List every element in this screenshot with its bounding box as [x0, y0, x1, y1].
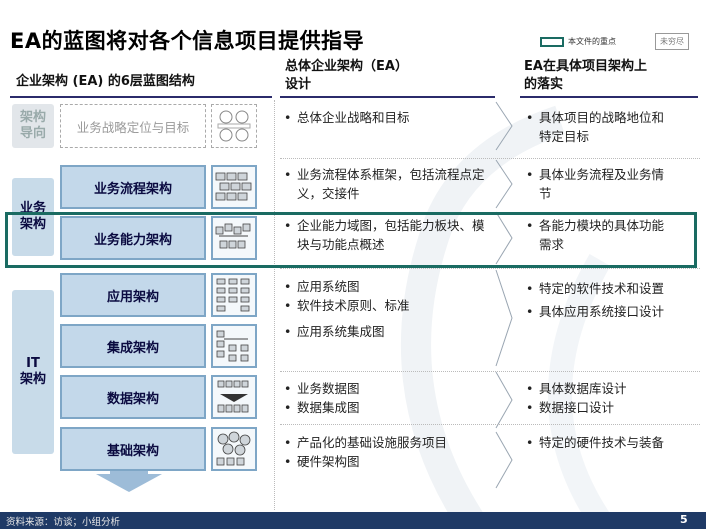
- list-item: 产品化的基础设施服务项目: [284, 433, 492, 452]
- col3-header-line2: 的落实: [524, 77, 564, 92]
- process-flow-icon: [211, 165, 257, 209]
- col2-header-line1: 总体企业架构（EA）: [285, 59, 408, 74]
- layer-box-integration[interactable]: 集成架构: [60, 324, 206, 368]
- ea-cell-strategy: 总体企业战略和目标: [284, 108, 492, 131]
- layer-box-application[interactable]: 应用架构: [60, 273, 206, 317]
- header-divider: [520, 96, 698, 98]
- list-item: 具体项目的战略地位和特定目标: [526, 108, 676, 146]
- col2-header-line2: 设计: [285, 77, 312, 92]
- chevron-column: [495, 101, 513, 489]
- row-divider: [280, 158, 700, 159]
- project-cell-process: 具体业务流程及业务情节: [526, 165, 676, 207]
- column-divider: [274, 100, 275, 510]
- list-item: 业务流程体系框架，包括流程点定义，交接件: [284, 165, 492, 203]
- header-divider: [10, 96, 272, 98]
- list-item: 具体应用系统接口设计: [526, 302, 676, 321]
- source-note: 资料来源：访谈；小组分析: [6, 517, 121, 528]
- legend-swatch: [540, 36, 564, 47]
- list-item: 具体数据库设计: [526, 379, 676, 398]
- list-item: 具体业务流程及业务情节: [526, 165, 676, 203]
- list-item: 数据集成图: [284, 398, 492, 417]
- group-label-line: 架构: [19, 110, 46, 125]
- list-item: 软件技术原则、标准: [284, 296, 492, 315]
- legend: 本文件的重点: [540, 36, 616, 47]
- data-model-icon: [211, 375, 257, 419]
- list-item: 总体企业战略和目标: [284, 108, 492, 127]
- ea-cell-process: 业务流程体系框架，包括流程点定义，交接件: [284, 165, 492, 207]
- group-label-line: 导向: [19, 126, 46, 141]
- ea-cell-application: 应用系统图 软件技术原则、标准 应用系统集成图: [284, 277, 492, 345]
- page-number: 5: [680, 513, 688, 526]
- list-item: 数据接口设计: [526, 398, 676, 417]
- column-header-ea-design: 总体企业架构（EA） 设计: [285, 58, 408, 94]
- draft-stamp: 未穷尽: [655, 33, 689, 50]
- group-label-it-arch: IT 架构: [12, 290, 54, 454]
- list-item: 硬件架构图: [284, 452, 492, 471]
- column-header-structure: 企业架构 (EA) 的6层蓝图结构: [16, 74, 195, 89]
- list-item: 应用系统图: [284, 277, 492, 296]
- row-divider: [280, 424, 700, 425]
- group-label-arch-guide: 架构 导向: [12, 104, 54, 148]
- project-cell-strategy: 具体项目的战略地位和特定目标: [526, 108, 676, 150]
- project-cell-application: 特定的软件技术和设置 具体应用系统接口设计: [526, 279, 676, 325]
- row-divider: [280, 371, 700, 372]
- focus-highlight: [5, 212, 697, 268]
- header-divider: [280, 96, 495, 98]
- target-diagram-icon: [211, 104, 257, 148]
- infrastructure-icon: [211, 427, 257, 471]
- layer-box-infrastructure[interactable]: 基础架构: [60, 427, 206, 471]
- group-label-line: 架构: [19, 372, 46, 387]
- layer-box-strategy[interactable]: 业务战略定位与目标: [60, 104, 206, 148]
- row-divider: [280, 268, 700, 269]
- layer-box-business-process[interactable]: 业务流程架构: [60, 165, 206, 209]
- project-cell-data: 具体数据库设计 数据接口设计: [526, 379, 676, 421]
- legend-label: 本文件的重点: [568, 37, 616, 46]
- list-item: 特定的软件技术和设置: [526, 279, 676, 298]
- ea-cell-infrastructure: 产品化的基础设施服务项目 硬件架构图: [284, 433, 492, 475]
- ea-cell-data: 业务数据图 数据集成图: [284, 379, 492, 421]
- page-title: EA的蓝图将对各个信息项目提供指导: [10, 29, 365, 53]
- col3-header-line1: EA在具体项目架构上: [524, 59, 647, 74]
- list-item: 应用系统集成图: [284, 322, 492, 341]
- integration-icon: [211, 324, 257, 368]
- application-map-icon: [211, 273, 257, 317]
- layer-box-data[interactable]: 数据架构: [60, 375, 206, 419]
- column-header-project: EA在具体项目架构上 的落实: [524, 58, 647, 94]
- list-item: 业务数据图: [284, 379, 492, 398]
- group-label-line: IT: [26, 356, 40, 371]
- project-cell-infrastructure: 特定的硬件技术与装备: [526, 433, 676, 456]
- list-item: 特定的硬件技术与装备: [526, 433, 676, 452]
